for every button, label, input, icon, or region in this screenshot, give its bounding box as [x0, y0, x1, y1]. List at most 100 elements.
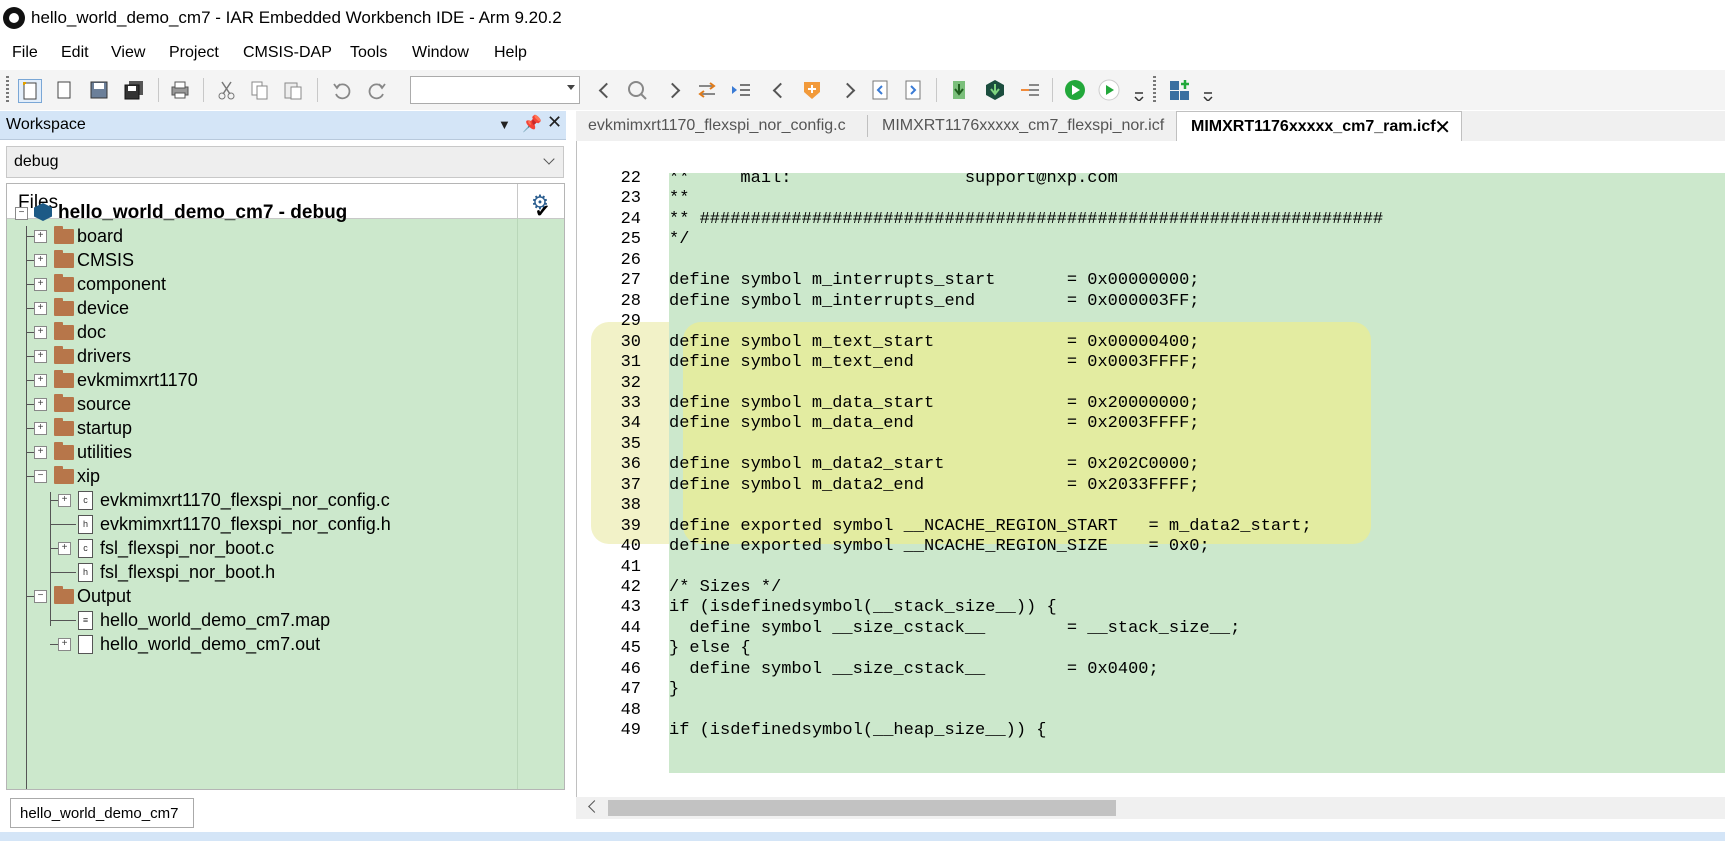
tab-ram-icf[interactable]: MIMXRT1176xxxxx_cm7_ram.icf ✕	[1176, 111, 1462, 141]
undo-icon[interactable]	[331, 79, 353, 101]
tree-item[interactable]: + startup	[7, 416, 564, 441]
tree-item[interactable]: h evkmimxrt1170_flexspi_nor_config.h	[7, 512, 564, 537]
run-icon[interactable]	[1098, 79, 1120, 101]
line-number: 49	[620, 721, 641, 741]
configuration-value: debug	[14, 153, 59, 170]
add-to-project-icon[interactable]	[1168, 79, 1190, 101]
save-icon[interactable]	[88, 79, 110, 101]
expand-icon[interactable]: +	[34, 230, 47, 243]
tree-item[interactable]: − xip	[7, 464, 564, 489]
expand-icon[interactable]: +	[34, 446, 47, 459]
code-line: ** #####################################…	[669, 209, 1384, 229]
paste-icon[interactable]	[282, 79, 304, 101]
line-number: 42	[620, 578, 641, 597]
tree-item[interactable]: + board	[7, 224, 564, 249]
folder-icon	[54, 298, 74, 316]
tree-item[interactable]: + device	[7, 296, 564, 321]
tree-item[interactable]: + drivers	[7, 344, 564, 369]
expand-icon[interactable]: +	[34, 302, 47, 315]
tree-project-root[interactable]: − hello_world_demo_cm7 - debug ✔	[7, 200, 564, 225]
workspace-tab[interactable]: hello_world_demo_cm7	[10, 798, 194, 828]
expand-icon[interactable]: +	[58, 638, 71, 651]
new-file-icon[interactable]	[18, 79, 42, 103]
tree-item[interactable]: ≡ hello_world_demo_cm7.map	[7, 608, 564, 633]
menu-file[interactable]: File	[12, 44, 38, 62]
scroll-left-icon[interactable]	[588, 800, 601, 813]
cut-icon[interactable]	[216, 79, 238, 101]
menu-window[interactable]: Window	[412, 44, 469, 62]
next-bookmark-icon[interactable]	[902, 79, 924, 101]
menu-project[interactable]: Project	[169, 44, 219, 62]
folder-icon	[54, 322, 74, 340]
tree-item[interactable]: + doc	[7, 320, 564, 345]
tree-item[interactable]: + evkmimxrt1170	[7, 368, 564, 393]
previous-bookmark-icon[interactable]	[869, 79, 891, 101]
pane-menu-icon[interactable]: ▼	[498, 117, 511, 132]
configuration-select[interactable]: debug	[6, 146, 564, 178]
expand-icon[interactable]: +	[58, 494, 71, 507]
expand-icon[interactable]: +	[34, 326, 47, 339]
tree-item[interactable]: + utilities	[7, 440, 564, 465]
close-icon[interactable]: ✕	[1434, 115, 1451, 140]
bookmark-shield-icon[interactable]	[801, 79, 823, 101]
tab-flexspi-nor-config-c[interactable]: evkmimxrt1170_flexspi_nor_config.c	[576, 111, 866, 140]
collapse-icon[interactable]: −	[15, 207, 28, 220]
find-combo[interactable]	[410, 76, 580, 104]
print-icon[interactable]	[169, 79, 191, 101]
save-all-icon[interactable]	[123, 79, 145, 101]
new-document-icon[interactable]	[53, 79, 75, 101]
expand-icon[interactable]: +	[34, 374, 47, 387]
tree-item[interactable]: h fsl_flexspi_nor_boot.h	[7, 560, 564, 585]
expand-icon[interactable]: +	[34, 398, 47, 411]
horizontal-scrollbar[interactable]	[576, 797, 1725, 819]
copy-icon[interactable]	[249, 79, 271, 101]
toolbar-overflow-icon[interactable]	[1202, 79, 1214, 103]
tree-item[interactable]: + CMSIS	[7, 248, 564, 273]
find-previous-icon[interactable]	[594, 79, 616, 101]
tab-flexspi-nor-icf[interactable]: MIMXRT1176xxxxx_cm7_flexspi_nor.icf	[868, 111, 1173, 140]
menu-help[interactable]: Help	[494, 44, 527, 62]
main-toolbar	[0, 70, 1725, 110]
tree-item[interactable]: − Output	[7, 584, 564, 609]
tree-item[interactable]: + c evkmimxrt1170_flexspi_nor_config.c	[7, 488, 564, 513]
download-icon[interactable]	[948, 79, 970, 101]
expand-icon[interactable]: +	[34, 278, 47, 291]
scrollbar-thumb[interactable]	[608, 800, 1116, 816]
expand-icon[interactable]: +	[58, 542, 71, 555]
line-number: 48	[620, 700, 641, 720]
menu-edit[interactable]: Edit	[61, 44, 89, 62]
c-file-icon: c	[78, 539, 93, 558]
download-and-debug-icon[interactable]	[984, 79, 1006, 101]
toolbar-grip[interactable]	[6, 76, 9, 104]
make-icon[interactable]	[1064, 79, 1086, 101]
tree-item[interactable]: + hello_world_demo_cm7.out	[7, 632, 564, 657]
expand-icon[interactable]: +	[34, 422, 47, 435]
debug-without-downloading-icon[interactable]	[1019, 79, 1041, 101]
redo-icon[interactable]	[366, 79, 388, 101]
expand-icon[interactable]: +	[34, 254, 47, 267]
find-icon[interactable]	[626, 79, 648, 101]
find-next-icon[interactable]	[664, 79, 686, 101]
code-text-area[interactable]: ** mail: support@nxp.com ** ** ###########…	[669, 173, 1725, 773]
menu-cmsis-dap[interactable]: CMSIS-DAP	[243, 44, 332, 62]
expand-icon[interactable]: +	[34, 350, 47, 363]
menu-view[interactable]: View	[111, 44, 145, 62]
line-number: 41	[620, 557, 641, 577]
go-to-line-icon[interactable]	[730, 79, 752, 101]
pin-icon[interactable]: 📌	[522, 114, 542, 134]
close-icon[interactable]: ✕	[547, 112, 562, 133]
tree-item[interactable]: + c fsl_flexspi_nor_boot.c	[7, 536, 564, 561]
tree-item-label: hello_world_demo_cm7.out	[100, 634, 321, 654]
navigate-forward-icon[interactable]	[839, 79, 861, 101]
line-number: 28	[620, 291, 641, 311]
collapse-icon[interactable]: −	[34, 590, 47, 603]
toggle-bookmark-icon[interactable]	[696, 79, 718, 101]
code-editor[interactable]: 22 23 24 25 26 27 28 29 30 31 32 33 34 35 36 37 38 39 40 41…	[576, 141, 1725, 797]
toolbar-overflow-icon[interactable]	[1133, 79, 1145, 103]
navigate-backward-icon[interactable]	[768, 79, 790, 101]
tree-item[interactable]: + component	[7, 272, 564, 297]
menu-tools[interactable]: Tools	[350, 44, 387, 62]
collapse-icon[interactable]: −	[34, 470, 47, 483]
toolbar-grip[interactable]	[1153, 76, 1156, 104]
tree-item[interactable]: + source	[7, 392, 564, 417]
